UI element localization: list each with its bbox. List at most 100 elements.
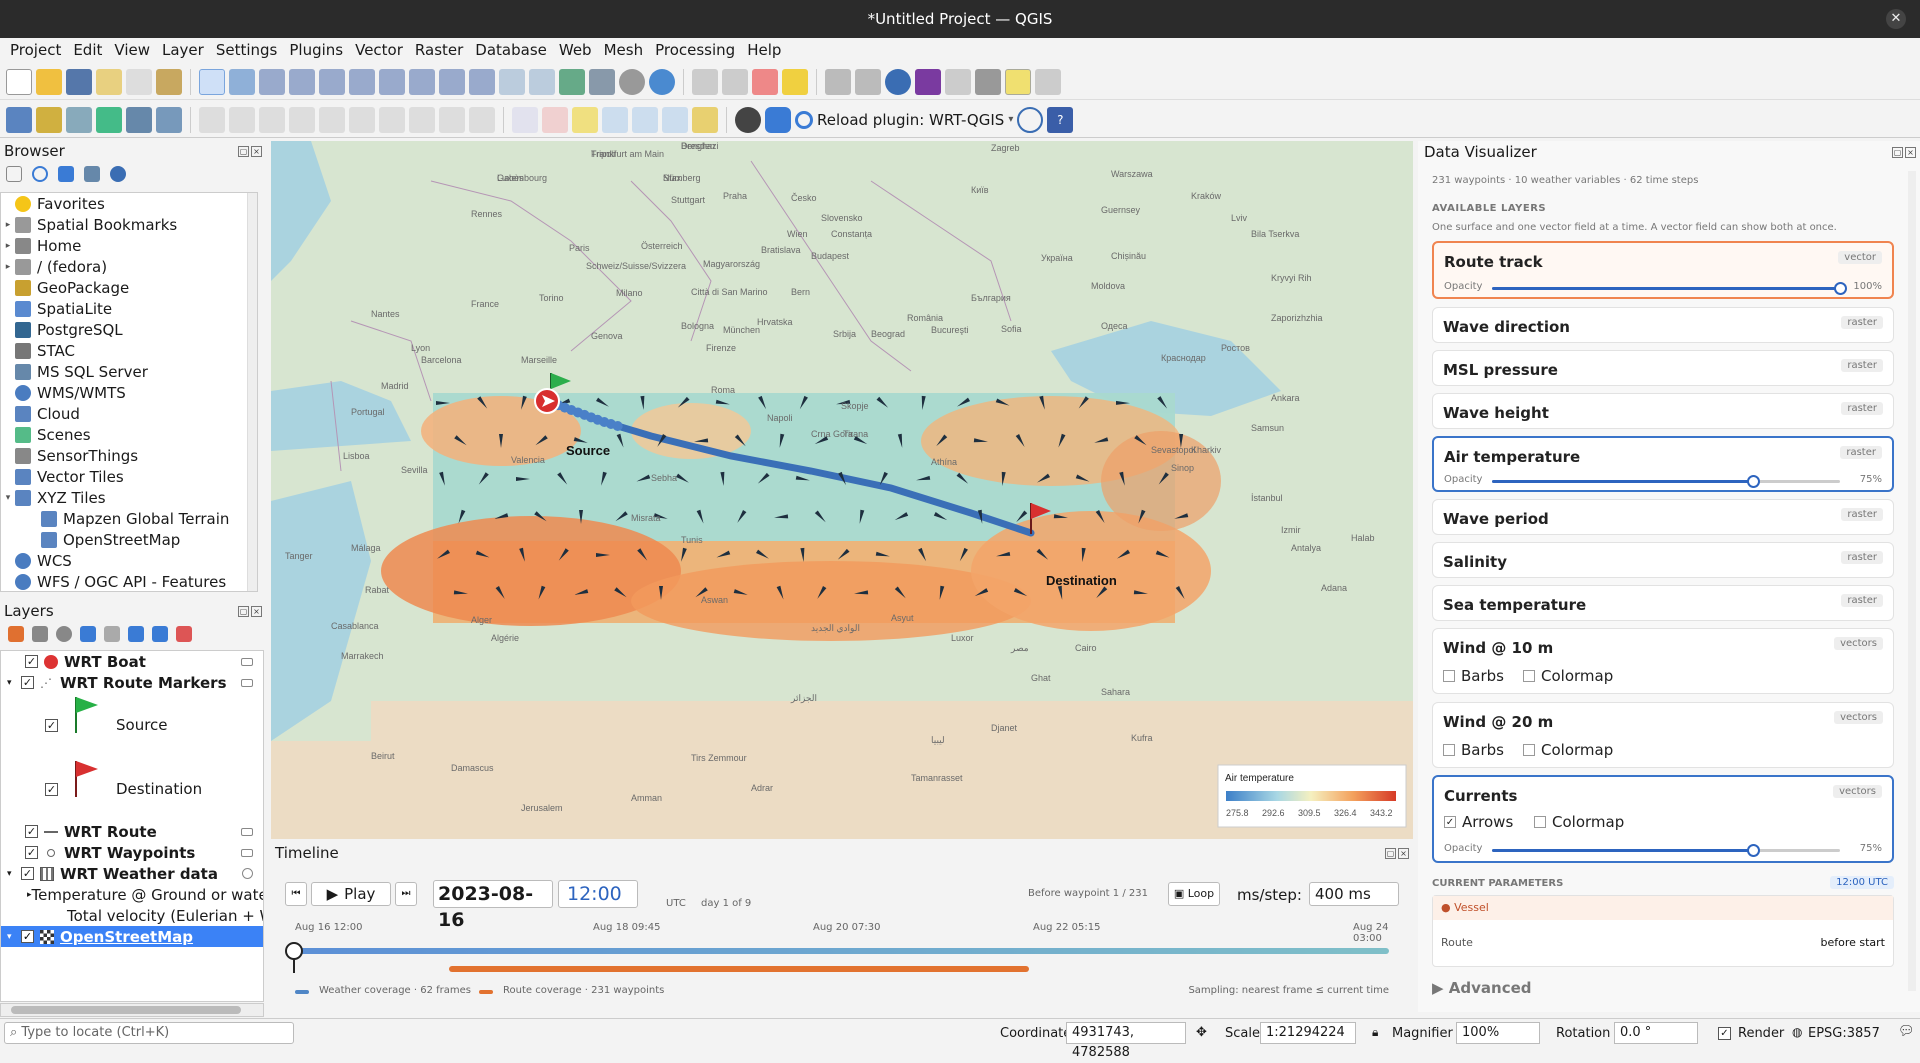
measure-icon[interactable] xyxy=(975,68,1001,95)
menu-view[interactable]: View xyxy=(108,41,156,59)
add-raster-icon[interactable] xyxy=(126,106,152,133)
layer-checkbox[interactable]: ✓ xyxy=(25,825,38,838)
layer-checkbox[interactable]: ✓ xyxy=(21,867,34,880)
refresh-icon[interactable] xyxy=(649,68,675,95)
identify-icon[interactable] xyxy=(692,68,718,95)
pan-tool-icon[interactable] xyxy=(199,68,225,95)
browser-item[interactable]: WMS/WMTS xyxy=(1,382,257,403)
attribute-table-icon[interactable] xyxy=(855,68,881,95)
select-features-icon[interactable] xyxy=(722,68,748,95)
data-source-manager-icon[interactable] xyxy=(6,106,32,133)
loop-toggle[interactable]: ▣ Loop xyxy=(1168,882,1220,906)
delete-icon[interactable] xyxy=(319,106,345,133)
browser-item[interactable]: Mapzen Global Terrain xyxy=(1,508,257,529)
weather-coverage-bar[interactable] xyxy=(295,948,1389,954)
menu-plugins[interactable]: Plugins xyxy=(283,41,349,59)
collapse-all-icon[interactable] xyxy=(84,166,100,182)
layer-indicator-icon[interactable] xyxy=(241,827,253,836)
chevron-right-icon[interactable]: ▸ xyxy=(1,262,15,272)
browser-item[interactable]: OpenStreetMap xyxy=(1,529,257,550)
scale-field[interactable]: 1:21294224 xyxy=(1260,1022,1356,1044)
menu-help[interactable]: Help xyxy=(741,41,787,59)
float-icon[interactable]: ▢ xyxy=(238,145,249,157)
refresh-icon[interactable] xyxy=(32,166,48,182)
render-checkbox[interactable]: ✓ xyxy=(1718,1027,1731,1040)
legend-row-source[interactable]: ✓ Source xyxy=(1,693,263,757)
plugin-icon[interactable] xyxy=(735,106,761,133)
zoom-layer-icon[interactable] xyxy=(379,68,405,95)
scrollbar-thumb[interactable] xyxy=(11,1006,241,1014)
msstep-input[interactable]: 400 ms xyxy=(1309,882,1399,906)
save-edits-icon[interactable] xyxy=(229,106,255,133)
layer-row-boat[interactable]: ✓ WRT Boat xyxy=(1,651,263,672)
zoom-out-icon[interactable] xyxy=(289,68,315,95)
colormap-checkbox[interactable]: Colormap xyxy=(1534,813,1624,831)
layer-row-route[interactable]: ✓ WRT Route xyxy=(1,821,263,842)
close-window-button[interactable]: ✕ xyxy=(1886,9,1906,29)
menu-raster[interactable]: Raster xyxy=(409,41,469,59)
magnifier-field[interactable]: 100% xyxy=(1456,1022,1540,1044)
layer-card-currents[interactable]: Currents vectors ✓ Arrows Colormap Opacit… xyxy=(1432,775,1894,863)
layer-card-sea-temperature[interactable]: Sea temperature raster xyxy=(1432,585,1894,621)
chevron-down-icon[interactable]: ▾ xyxy=(7,932,21,942)
annotation-icon[interactable] xyxy=(1035,68,1061,95)
play-button[interactable]: ▶ Play xyxy=(311,882,391,906)
browser-item[interactable]: WCS xyxy=(1,550,257,571)
crs-button[interactable]: EPSG:3857 xyxy=(1808,1026,1880,1041)
timeline-scrubber[interactable] xyxy=(285,942,303,960)
browser-item[interactable]: Scenes xyxy=(1,424,257,445)
pin-label-icon[interactable] xyxy=(572,106,598,133)
bookmark-add-icon[interactable] xyxy=(559,68,585,95)
browser-item[interactable]: Cloud xyxy=(1,403,257,424)
layer-card-wind-10m[interactable]: Wind @ 10 m vectors Barbs Colormap xyxy=(1432,628,1894,694)
move-label-icon[interactable] xyxy=(632,106,658,133)
rotate-label-icon[interactable] xyxy=(662,106,688,133)
map-tips-icon[interactable] xyxy=(1005,68,1031,95)
menu-vector[interactable]: Vector xyxy=(349,41,409,59)
filter-icon[interactable] xyxy=(58,166,74,182)
zoom-next-icon[interactable] xyxy=(469,68,495,95)
menu-edit[interactable]: Edit xyxy=(67,41,108,59)
layer-row-waypoints[interactable]: ✓ WRT Waypoints xyxy=(1,842,263,863)
slider-knob[interactable] xyxy=(1834,282,1847,295)
slider-knob[interactable] xyxy=(1747,844,1760,857)
digitize-icon[interactable] xyxy=(96,106,122,133)
copy-icon[interactable] xyxy=(379,106,405,133)
colormap-checkbox[interactable]: Colormap xyxy=(1523,667,1613,685)
print-layout-icon[interactable] xyxy=(126,68,152,95)
dv-scrollbar[interactable] xyxy=(1908,171,1916,991)
deselect-icon[interactable] xyxy=(752,68,778,95)
locator-search-input[interactable]: ⌕ Type to locate (Ctrl+K) xyxy=(4,1022,294,1044)
redo-icon[interactable] xyxy=(469,106,495,133)
menu-settings[interactable]: Settings xyxy=(210,41,284,59)
zoom-full-icon[interactable] xyxy=(319,68,345,95)
layer-indicator-icon[interactable] xyxy=(241,848,253,857)
chevron-down-icon[interactable]: ▾ xyxy=(1,493,15,503)
add-vector-icon[interactable] xyxy=(66,106,92,133)
layer-card-wave-direction[interactable]: Wave direction raster xyxy=(1432,307,1894,343)
layer-row-osm[interactable]: ▾ ✓ OpenStreetMap xyxy=(1,926,263,947)
sigma-icon[interactable] xyxy=(915,68,941,95)
save-as-icon[interactable] xyxy=(96,68,122,95)
opacity-slider[interactable]: Opacity 75% xyxy=(1444,474,1882,488)
legend-checkbox[interactable]: ✓ xyxy=(45,782,58,796)
zoom-native-icon[interactable] xyxy=(409,68,435,95)
remove-layer-icon[interactable] xyxy=(176,626,192,642)
chevron-right-icon[interactable]: ▸ xyxy=(1,241,15,251)
change-label-icon[interactable] xyxy=(692,106,718,133)
map-svg[interactable]: DresdenFrankfurt am MainLuxembourg Nürnbe… xyxy=(271,141,1413,839)
pan-to-selection-icon[interactable] xyxy=(229,68,255,95)
layer-row-velocity[interactable]: Total velocity (Eulerian + Wa xyxy=(1,905,263,926)
colormap-checkbox[interactable]: Colormap xyxy=(1523,741,1613,759)
visibility-icon[interactable] xyxy=(56,626,72,642)
advanced-toggle[interactable]: ▶ Advanced xyxy=(1432,979,1532,997)
layer-checkbox[interactable]: ✓ xyxy=(21,676,34,689)
menu-mesh[interactable]: Mesh xyxy=(598,41,650,59)
save-project-icon[interactable] xyxy=(66,68,92,95)
browser-item[interactable]: GeoPackage xyxy=(1,277,257,298)
zoom-in-icon[interactable] xyxy=(259,68,285,95)
label-rule-icon[interactable] xyxy=(542,106,568,133)
toggle-editing-icon[interactable] xyxy=(199,106,225,133)
python-icon[interactable] xyxy=(765,106,791,133)
browser-item[interactable]: WFS / OGC API - Features xyxy=(1,571,257,591)
